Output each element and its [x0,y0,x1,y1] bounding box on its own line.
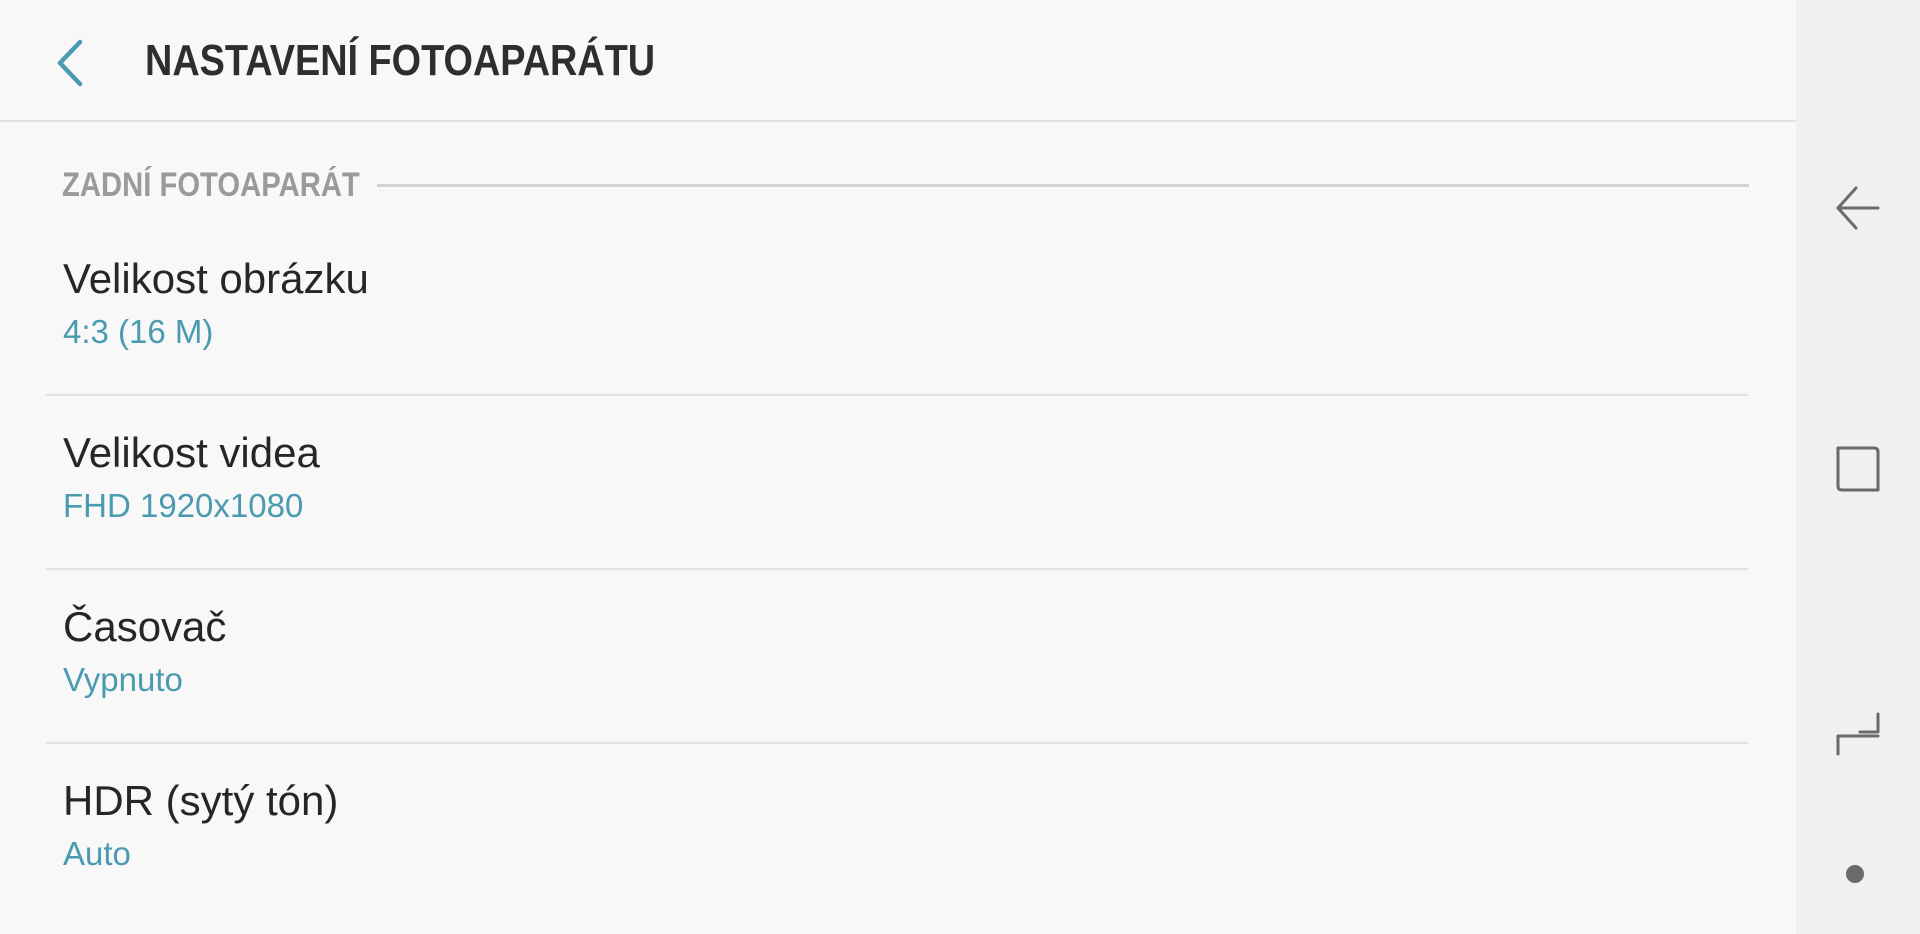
back-button[interactable] [50,36,94,90]
setting-video-size[interactable]: Velikost videa FHD 1920x1080 [46,399,1748,571]
setting-title: Časovač [63,603,227,650]
home-dot-icon[interactable] [1846,865,1864,883]
list-divider [46,568,1748,570]
setting-title: HDR (sytý tón) [63,777,339,824]
list-divider [46,742,1748,744]
nav-back-button[interactable] [1830,180,1886,236]
setting-value: Auto [63,835,131,872]
setting-title: Velikost obrázku [63,255,369,302]
screen: NASTAVENÍ FOTOAPARÁTU ZADNÍ FOTOAPARÁT V… [0,0,1920,934]
setting-value: FHD 1920x1080 [63,487,304,524]
recent-apps-icon [1836,446,1880,492]
setting-timer[interactable]: Časovač Vypnuto [46,573,1748,745]
back-arrow-icon [1836,186,1880,230]
page-title: NASTAVENÍ FOTOAPARÁTU [145,36,656,85]
section-header: ZADNÍ FOTOAPARÁT [62,166,360,204]
app-bar: NASTAVENÍ FOTOAPARÁTU [0,0,1796,122]
setting-value: Vypnuto [63,661,183,698]
setting-title: Velikost videa [63,429,320,476]
settings-panel: NASTAVENÍ FOTOAPARÁTU ZADNÍ FOTOAPARÁT V… [0,0,1796,934]
setting-picture-size[interactable]: Velikost obrázku 4:3 (16 M) [46,225,1748,397]
setting-value: 4:3 (16 M) [63,313,214,350]
recent-history-icon [1836,712,1880,756]
nav-history-button[interactable] [1830,706,1886,762]
list-divider [46,394,1748,396]
nav-recents-button[interactable] [1830,440,1886,496]
setting-hdr[interactable]: HDR (sytý tón) Auto [46,747,1748,919]
section-divider [377,184,1749,187]
chevron-left-icon [57,39,83,87]
